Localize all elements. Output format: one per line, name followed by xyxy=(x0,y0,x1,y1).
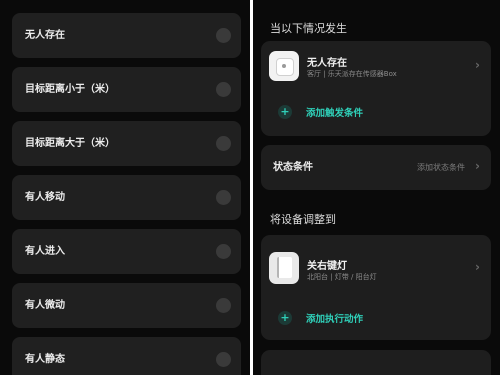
option-someone-moving[interactable]: 有人移动 xyxy=(12,175,241,220)
add-trigger-button[interactable]: + 添加触发条件 xyxy=(261,99,491,125)
option-label: 有人微动 xyxy=(25,300,65,311)
action-section-title: 将设备调整到 xyxy=(270,213,336,226)
trigger-device-location: 客厅 | 乐天派存在传感器Box xyxy=(307,70,397,78)
plus-icon: + xyxy=(278,105,292,119)
trigger-card: 无人存在 客厅 | 乐天派存在传感器Box › + 添加触发条件 xyxy=(261,41,491,136)
option-label: 有人移动 xyxy=(25,192,65,203)
next-card-partial xyxy=(261,350,491,375)
option-someone-static[interactable]: 有人静态 xyxy=(12,337,241,375)
action-card: 关右键灯 北阳台 | 灯带 / 阳台灯 › + 添加执行动作 xyxy=(261,235,491,340)
state-condition-row[interactable]: 状态条件 添加状态条件 › xyxy=(261,145,491,190)
option-someone-enters[interactable]: 有人进入 xyxy=(12,229,241,274)
option-label: 有人进入 xyxy=(25,246,65,257)
add-state-condition-link[interactable]: 添加状态条件 xyxy=(417,145,465,190)
sensor-box-icon xyxy=(269,51,299,81)
option-distance-less-than[interactable]: 目标距离小于（米） xyxy=(12,67,241,112)
radio-button[interactable] xyxy=(216,136,231,151)
action-device-name: 关右键灯 xyxy=(307,261,347,272)
action-device-location: 北阳台 | 灯带 / 阳台灯 xyxy=(307,273,377,281)
automation-editor-panel: 当以下情况发生 无人存在 客厅 | 乐天派存在传感器Box › + 添加触发条件… xyxy=(253,0,500,375)
plus-icon: + xyxy=(278,311,292,325)
radio-button[interactable] xyxy=(216,298,231,313)
radio-button[interactable] xyxy=(216,28,231,43)
radio-button[interactable] xyxy=(216,82,231,97)
radio-button[interactable] xyxy=(216,244,231,259)
action-device-row[interactable]: 关右键灯 北阳台 | 灯带 / 阳台灯 › xyxy=(261,235,491,295)
option-label: 目标距离大于（米） xyxy=(25,138,115,149)
condition-options-panel: 无人存在 目标距离小于（米） 目标距离大于（米） 有人移动 有人进入 有人微动 … xyxy=(0,0,250,375)
add-action-label: 添加执行动作 xyxy=(306,314,364,325)
option-label: 目标距离小于（米） xyxy=(25,84,115,95)
add-trigger-label: 添加触发条件 xyxy=(306,108,364,119)
chevron-right-icon: › xyxy=(475,159,480,173)
option-someone-micro-moving[interactable]: 有人微动 xyxy=(12,283,241,328)
trigger-section-title: 当以下情况发生 xyxy=(270,22,347,35)
option-label: 有人静态 xyxy=(25,354,65,365)
state-condition-label: 状态条件 xyxy=(273,162,313,173)
trigger-device-row[interactable]: 无人存在 客厅 | 乐天派存在传感器Box › xyxy=(261,41,491,91)
add-action-button[interactable]: + 添加执行动作 xyxy=(261,305,491,331)
radio-button[interactable] xyxy=(216,190,231,205)
chevron-right-icon: › xyxy=(475,58,480,72)
chevron-right-icon: › xyxy=(475,260,480,274)
option-distance-greater-than[interactable]: 目标距离大于（米） xyxy=(12,121,241,166)
wall-switch-icon xyxy=(269,252,299,284)
radio-button[interactable] xyxy=(216,352,231,367)
option-label: 无人存在 xyxy=(25,30,65,41)
trigger-device-name: 无人存在 xyxy=(307,58,347,69)
option-no-one-present[interactable]: 无人存在 xyxy=(12,13,241,58)
